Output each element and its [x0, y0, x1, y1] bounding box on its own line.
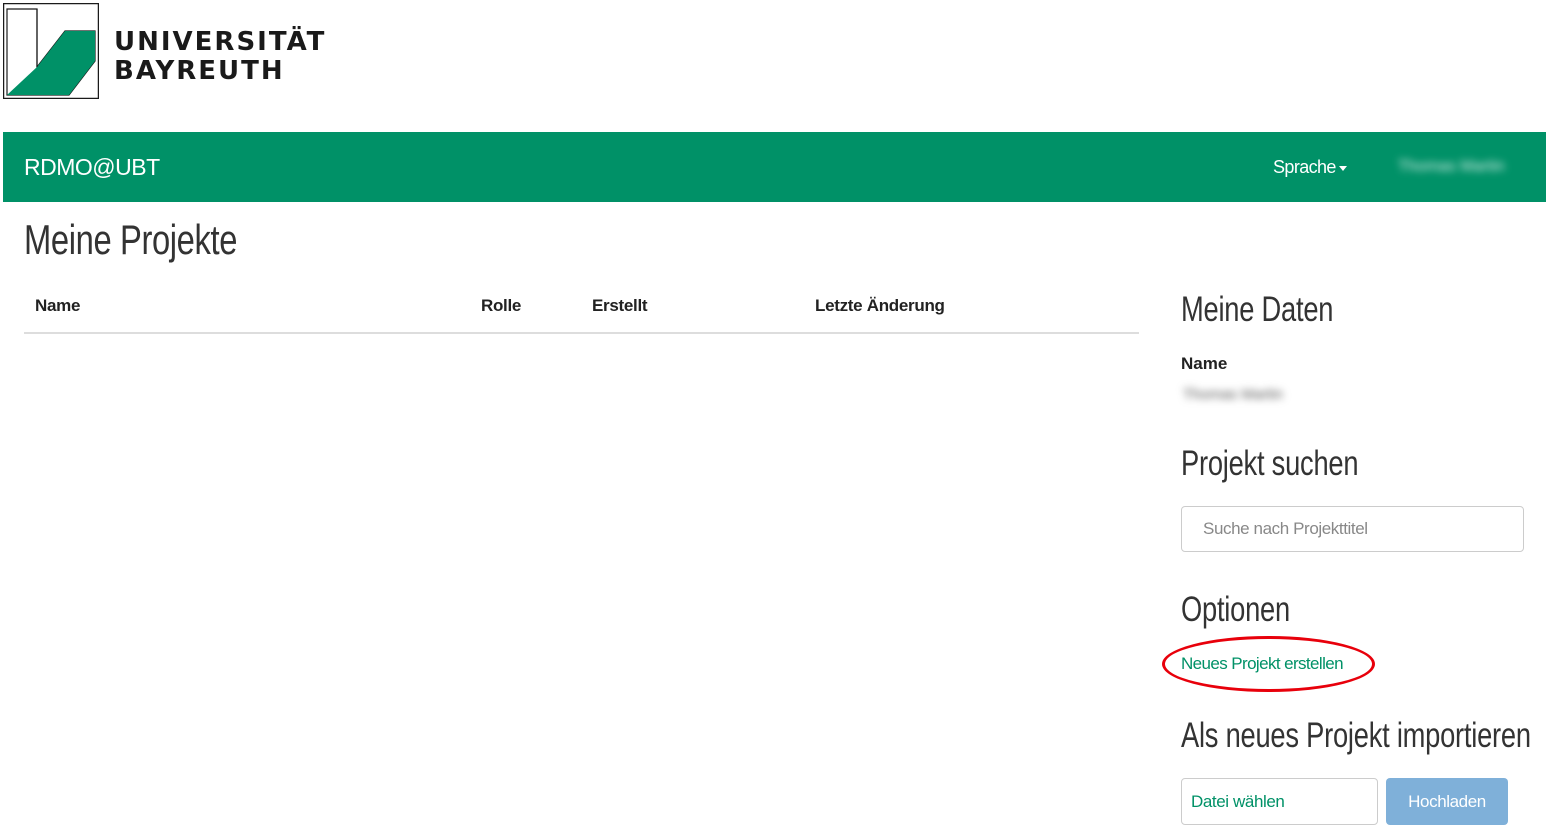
my-data-name-label: Name — [1181, 354, 1228, 373]
logo-line-2: BAYREUTH — [114, 56, 285, 86]
import-heading: Als neues Projekt importieren — [1181, 716, 1531, 755]
column-header-name[interactable]: Name — [35, 296, 80, 316]
sidebar: Meine Daten Name Thomas Martin Projekt s… — [1162, 0, 1531, 838]
university-logo[interactable]: UNIVERSITÄT BAYREUTH — [3, 3, 326, 99]
upload-button[interactable]: Hochladen — [1386, 778, 1508, 825]
choose-file-button[interactable]: Datei wählen — [1181, 778, 1378, 825]
logo-wordmark: UNIVERSITÄT BAYREUTH — [114, 28, 326, 86]
project-search-input[interactable] — [1181, 506, 1524, 552]
column-header-created[interactable]: Erstellt — [592, 296, 648, 316]
column-header-role[interactable]: Rolle — [481, 296, 521, 316]
table-header-row: Name Rolle Erstellt Letzte Änderung — [24, 288, 1139, 334]
my-data-heading: Meine Daten — [1181, 290, 1334, 329]
project-search-heading: Projekt suchen — [1181, 444, 1359, 483]
my-data-name-value: Thomas Martin — [1183, 386, 1284, 403]
page: UNIVERSITÄT BAYREUTH RDMO@UBT Sprache Th… — [0, 0, 1550, 838]
navbar-brand-link[interactable]: RDMO@UBT — [24, 132, 160, 202]
new-project-link[interactable]: Neues Projekt erstellen — [1181, 654, 1344, 674]
projects-table: Name Rolle Erstellt Letzte Änderung — [24, 288, 1139, 334]
university-logo-mark-icon — [3, 3, 99, 99]
column-header-last-modified[interactable]: Letzte Änderung — [815, 296, 945, 316]
logo-line-1: UNIVERSITÄT — [114, 27, 327, 57]
options-heading: Optionen — [1181, 590, 1290, 629]
page-title: Meine Projekte — [24, 216, 238, 263]
